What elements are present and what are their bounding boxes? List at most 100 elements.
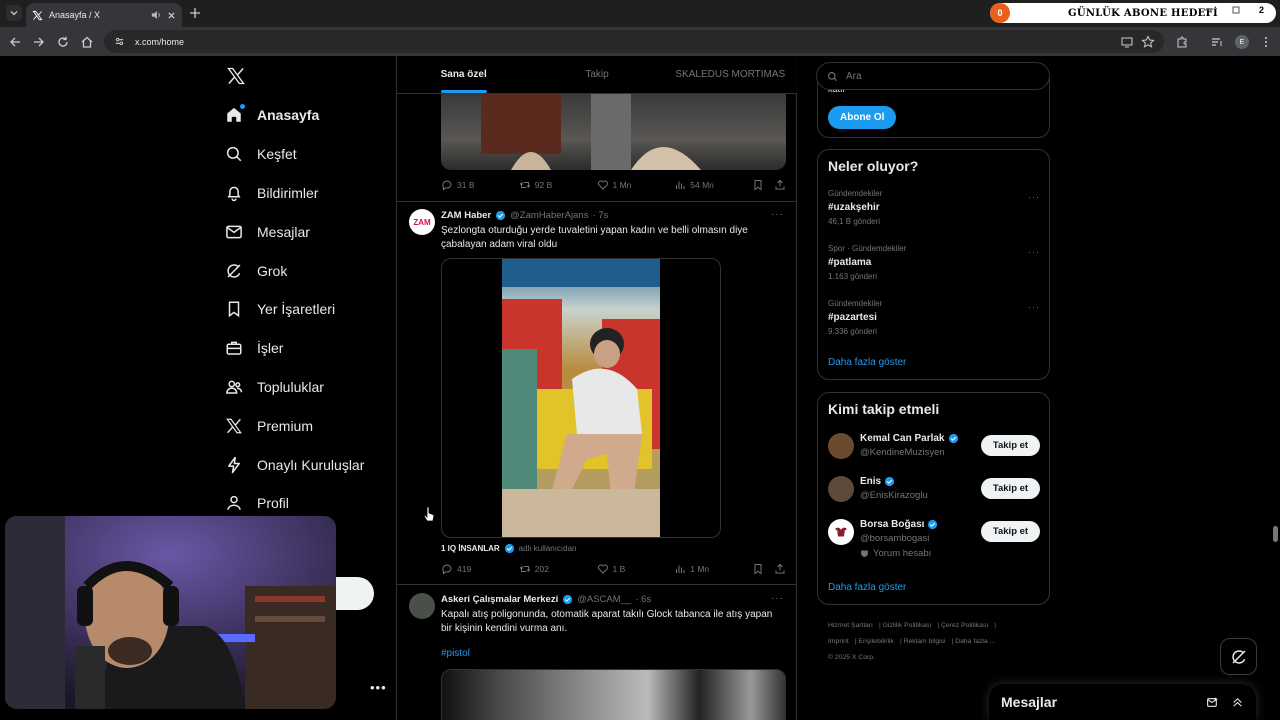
views-button[interactable]: 1 Mn: [674, 563, 752, 575]
new-tab-icon[interactable]: [188, 6, 202, 20]
follow-button[interactable]: Takip et: [981, 435, 1040, 456]
restore-icon[interactable]: [1231, 5, 1241, 15]
trend-item[interactable]: Spor · Gündemdekiler #patlama 1.163 gönd…: [828, 244, 1040, 281]
tweet-media-image[interactable]: [441, 94, 786, 170]
avatar[interactable]: [409, 593, 435, 619]
tweet-author-name[interactable]: Askeri Çalışmalar Merkezi: [441, 594, 558, 605]
retweet-icon: [519, 182, 531, 188]
grok-icon: [1231, 649, 1246, 664]
footer-link[interactable]: Hizmet Şartları: [828, 622, 873, 629]
footer-link[interactable]: Reklam bilgisi: [904, 638, 946, 645]
trend-item[interactable]: Gündemdekiler #uzakşehir 46,1 B gönderi …: [828, 189, 1040, 226]
nav-item-bookmarks[interactable]: Yer İşaretleri: [225, 290, 364, 329]
home-browser-icon[interactable]: [80, 35, 94, 49]
verified-badge-icon: [885, 476, 895, 487]
avatar[interactable]: [828, 433, 854, 459]
share-icon[interactable]: [774, 563, 786, 575]
avatar[interactable]: [828, 476, 854, 502]
footer-link[interactable]: Daha fazla ...: [955, 638, 995, 645]
tab-pinned-list[interactable]: SKALEDUS MORTIMAS: [664, 56, 797, 93]
expand-up-icon[interactable]: [1231, 696, 1244, 709]
new-message-icon[interactable]: [1206, 696, 1219, 709]
nav-item-premium[interactable]: Premium: [225, 406, 364, 445]
reply-button[interactable]: 31 B: [441, 179, 519, 191]
profile-avatar[interactable]: E: [1235, 35, 1249, 49]
bookmark-icon[interactable]: [752, 179, 764, 191]
account-menu-more-icon[interactable]: •••: [370, 680, 387, 695]
site-info-icon[interactable]: [114, 36, 125, 47]
extensions-icon[interactable]: [1175, 35, 1189, 49]
search-input[interactable]: [846, 70, 1026, 82]
retweet-button[interactable]: 202: [519, 563, 597, 575]
back-icon[interactable]: [8, 35, 22, 49]
footer-link[interactable]: Erişilebilirlik: [858, 638, 894, 645]
scrollbar-thumb[interactable]: [1273, 526, 1278, 542]
copyright: © 2025 X Corp.: [828, 654, 875, 661]
nav-item-home[interactable]: Anasayfa: [225, 96, 364, 135]
reply-button[interactable]: 419: [441, 563, 519, 575]
source-account-name[interactable]: 1 IQ İNSANLAR: [441, 544, 500, 553]
grok-floating-button[interactable]: [1220, 638, 1257, 675]
forward-icon[interactable]: [32, 35, 46, 49]
tweet-video[interactable]: [441, 258, 721, 538]
follow-suggestion[interactable]: Enis @EnisKirazoglu Takip et: [828, 476, 1040, 516]
x-logo-icon[interactable]: [226, 66, 246, 86]
tweet-timestamp[interactable]: · 7s: [592, 210, 608, 221]
reply-icon: [442, 180, 452, 191]
who-show-more-link[interactable]: Daha fazla göster: [828, 582, 906, 593]
more-vertical-icon[interactable]: [1259, 35, 1273, 49]
hashtag-link[interactable]: #pistol: [441, 648, 470, 659]
footer-link[interactable]: Imprint: [828, 638, 849, 645]
bookmark-icon[interactable]: [752, 563, 764, 575]
nav-item-communities[interactable]: Topluluklar: [225, 368, 364, 407]
tweet-more-icon[interactable]: ···: [771, 593, 784, 604]
subscribe-button[interactable]: Abone Ol: [828, 106, 897, 129]
tweet-author-handle[interactable]: @ZamHaberAjans: [510, 210, 588, 221]
footer-link[interactable]: Çerez Politikası: [941, 622, 988, 629]
like-button[interactable]: 1 B: [597, 563, 675, 575]
close-icon[interactable]: [167, 11, 176, 20]
nav-item-jobs[interactable]: İşler: [225, 329, 364, 368]
nav-item-notifications[interactable]: Bildirimler: [225, 174, 364, 213]
primary-nav: Anasayfa Keşfet Bildirimler Mesajlar Gro…: [225, 96, 364, 523]
media-control-icon[interactable]: [1210, 35, 1224, 49]
follow-suggestion[interactable]: Kemal Can Parlak @KendineMuzisyen Takip …: [828, 433, 1040, 473]
tweet-media-image[interactable]: [441, 669, 786, 720]
tweet-more-icon[interactable]: ···: [771, 209, 784, 220]
tab-following[interactable]: Takip: [530, 56, 663, 93]
avatar[interactable]: ZAM: [409, 209, 435, 235]
tab-search-button[interactable]: [6, 5, 22, 21]
page-scrollbar[interactable]: [1270, 56, 1280, 720]
trend-more-icon[interactable]: ···: [1028, 192, 1040, 202]
trend-more-icon[interactable]: ···: [1028, 302, 1040, 312]
trend-more-icon[interactable]: ···: [1028, 247, 1040, 257]
follow-button[interactable]: Takip et: [981, 478, 1040, 499]
cast-icon[interactable]: [1120, 35, 1134, 49]
share-icon[interactable]: [774, 179, 786, 191]
nav-item-explore[interactable]: Keşfet: [225, 135, 364, 174]
nav-item-verified-orgs[interactable]: Onaylı Kuruluşlar: [225, 445, 364, 484]
avatar[interactable]: [828, 519, 854, 545]
trends-show-more-link[interactable]: Daha fazla göster: [828, 357, 906, 368]
tab-for-you[interactable]: Sana özel: [397, 56, 530, 93]
browser-tab[interactable]: Anasayfa / X: [26, 3, 182, 27]
nav-item-messages[interactable]: Mesajlar: [225, 212, 364, 251]
trend-item[interactable]: Gündemdekiler #pazartesi 9.336 gönderi ·…: [828, 299, 1040, 336]
star-icon[interactable]: [1141, 35, 1155, 49]
follow-suggestion[interactable]: Borsa Boğası @borsambogasi Yorum hesabı …: [828, 519, 1040, 564]
retweet-button[interactable]: 92 B: [519, 179, 597, 191]
tweet-timestamp[interactable]: · 6s: [635, 594, 651, 605]
tweet-author-handle[interactable]: @ASCAM__: [577, 594, 631, 605]
messages-drawer[interactable]: Mesajlar: [989, 684, 1256, 720]
nav-item-grok[interactable]: Grok: [225, 251, 364, 290]
footer-link[interactable]: Gizlilik Politikası: [883, 622, 932, 629]
reload-icon[interactable]: [56, 35, 70, 49]
views-button[interactable]: 54 Mn: [674, 179, 752, 191]
speaker-icon[interactable]: [151, 10, 161, 20]
follow-button[interactable]: Takip et: [981, 521, 1040, 542]
like-button[interactable]: 1 Mn: [597, 179, 675, 191]
lightning-icon: [225, 456, 243, 474]
minimize-icon[interactable]: [1203, 5, 1213, 15]
tweet-author-name[interactable]: ZAM Haber: [441, 210, 491, 221]
url-bar[interactable]: x.com/home: [104, 30, 1164, 53]
